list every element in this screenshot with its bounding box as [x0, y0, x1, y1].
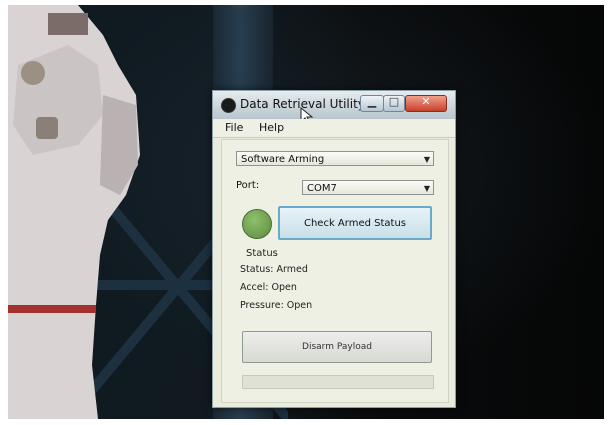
title-bar[interactable]: Data Retrieval Utility ▁ □ ✕	[213, 91, 455, 125]
progress-bar	[242, 375, 434, 389]
maximize-icon: □	[388, 95, 400, 108]
accel-text: Accel: Open	[240, 282, 297, 293]
status-text: Status: Armed	[240, 264, 308, 275]
armed-status-indicator	[242, 209, 272, 239]
chevron-down-icon: ▼	[423, 155, 430, 164]
astronaut-image	[8, 5, 140, 419]
status-group: Status Status: Armed Accel: Open Pressur…	[236, 246, 434, 322]
main-panel: Software Arming ▼ Port: COM7 ▼ Check Arm…	[221, 139, 449, 403]
menu-help[interactable]: Help	[259, 121, 284, 134]
app-window: Data Retrieval Utility ▁ □ ✕ File Help S…	[212, 90, 456, 408]
mode-select-value: Software Arming	[241, 154, 325, 165]
disarm-payload-button[interactable]: Disarm Payload	[242, 331, 432, 363]
menu-bar: File Help	[213, 119, 455, 138]
port-select-value: COM7	[307, 183, 337, 194]
menu-file[interactable]: File	[225, 121, 243, 134]
port-select[interactable]: COM7 ▼	[302, 180, 434, 195]
check-armed-status-button[interactable]: Check Armed Status	[278, 206, 432, 240]
pressure-text: Pressure: Open	[240, 300, 313, 311]
status-group-title: Status	[246, 248, 278, 259]
close-button[interactable]: ✕	[405, 95, 447, 112]
minimize-icon: ▁	[367, 95, 377, 108]
app-icon	[221, 98, 236, 113]
chevron-down-icon: ▼	[423, 184, 430, 193]
port-label: Port:	[236, 180, 260, 191]
close-icon: ✕	[421, 95, 431, 108]
minimize-button[interactable]: ▁	[360, 95, 384, 112]
maximize-button[interactable]: □	[383, 95, 405, 112]
mode-select[interactable]: Software Arming ▼	[236, 151, 434, 166]
